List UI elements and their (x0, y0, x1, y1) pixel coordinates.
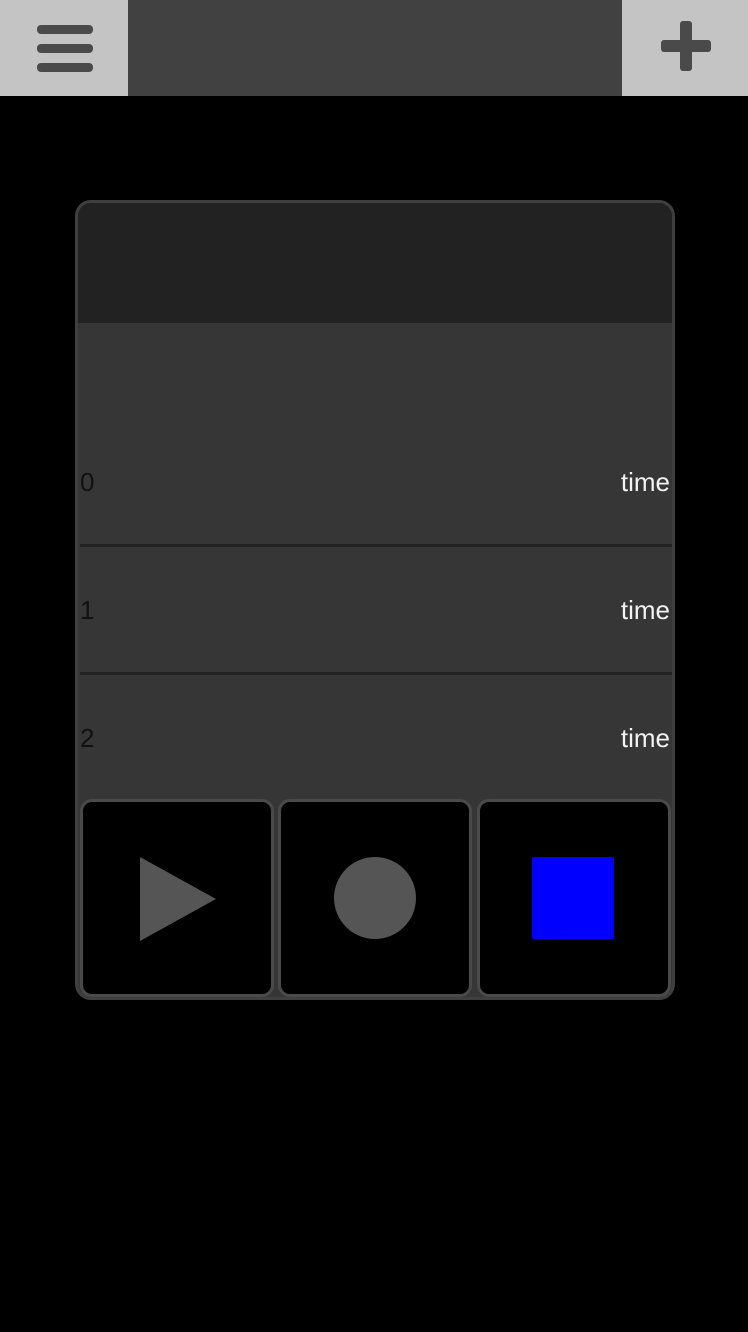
record-button[interactable] (278, 799, 472, 997)
record-icon (334, 857, 416, 939)
play-icon (140, 857, 216, 941)
row-time: time (620, 723, 670, 753)
row-index: 1 (80, 595, 95, 625)
row-index: 0 (80, 467, 95, 497)
row-time: time (620, 467, 670, 497)
play-button[interactable] (80, 799, 274, 997)
top-bar (0, 0, 748, 96)
stop-icon (532, 857, 614, 939)
row-index: 2 (80, 723, 95, 753)
add-button[interactable] (622, 0, 748, 96)
recorder-panel: 0 time 1 time 2 time (75, 200, 675, 1000)
menu-button[interactable] (0, 0, 128, 96)
row-divider (80, 672, 672, 675)
row-time: time (620, 595, 670, 625)
panel-header (78, 203, 672, 323)
row-divider (80, 544, 672, 547)
stop-button[interactable] (477, 799, 671, 997)
